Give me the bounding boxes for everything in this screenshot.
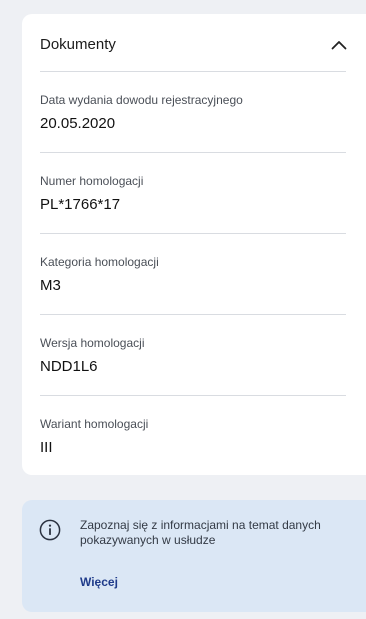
page: Dokumenty Data wydania dowodu rejestracy… [0,0,366,619]
documents-title: Dokumenty [40,36,116,53]
field-homologation-category: Kategoria homologacji M3 [40,234,346,315]
field-homologation-number: Numer homologacji PL*1766*17 [40,153,346,234]
field-label: Data wydania dowodu rejestracyjnego [40,93,243,107]
more-link[interactable]: Więcej [80,575,118,590]
documents-card: Dokumenty Data wydania dowodu rejestracy… [22,14,366,475]
field-value: NDD1L6 [40,358,98,375]
field-label: Wariant homologacji [40,417,149,431]
field-value: M3 [40,277,61,294]
field-homologation-version: Wersja homologacji NDD1L6 [40,315,346,396]
field-homologation-variant: Wariant homologacji III [40,396,346,477]
field-label: Numer homologacji [40,174,144,188]
field-label: Wersja homologacji [40,336,145,350]
field-value: 20.05.2020 [40,115,116,132]
field-value: III [40,439,53,456]
info-icon [39,519,61,541]
info-box: Zapoznaj się z informacjami na temat dan… [22,500,366,612]
info-text: Zapoznaj się z informacjami na temat dan… [80,518,321,547]
field-value: PL*1766*17 [40,196,121,213]
chevron-up-icon[interactable] [328,36,350,54]
field-registration-date: Data wydania dowodu rejestracyjnego 20.0… [40,72,346,153]
documents-header[interactable]: Dokumenty [40,14,347,72]
field-label: Kategoria homologacji [40,255,159,269]
